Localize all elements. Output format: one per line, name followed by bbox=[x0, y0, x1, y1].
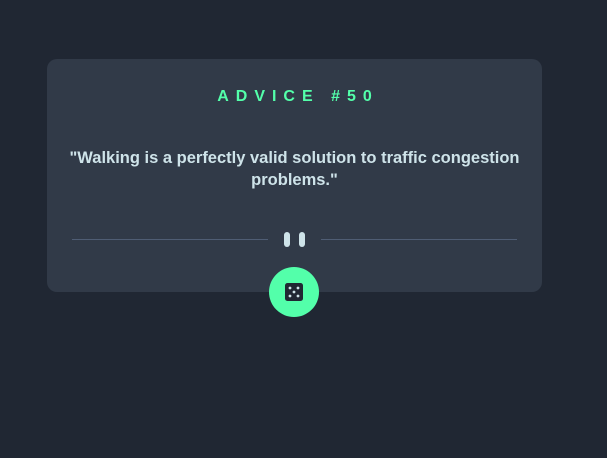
advice-heading: ADVICE #50 bbox=[217, 88, 379, 105]
divider-line-right bbox=[321, 238, 517, 240]
divider bbox=[72, 229, 517, 249]
pause-bar-right bbox=[299, 232, 305, 247]
pause-bar-left bbox=[284, 232, 290, 247]
advice-card: ADVICE #50 "Walking is a perfectly valid… bbox=[47, 59, 542, 292]
page: ADVICE #50 "Walking is a perfectly valid… bbox=[0, 0, 607, 458]
generate-advice-button[interactable] bbox=[269, 267, 319, 317]
dice-icon bbox=[285, 283, 303, 301]
divider-line-left bbox=[72, 238, 268, 240]
pause-icon bbox=[284, 232, 305, 247]
advice-quote: "Walking is a perfectly valid solution t… bbox=[69, 149, 520, 189]
